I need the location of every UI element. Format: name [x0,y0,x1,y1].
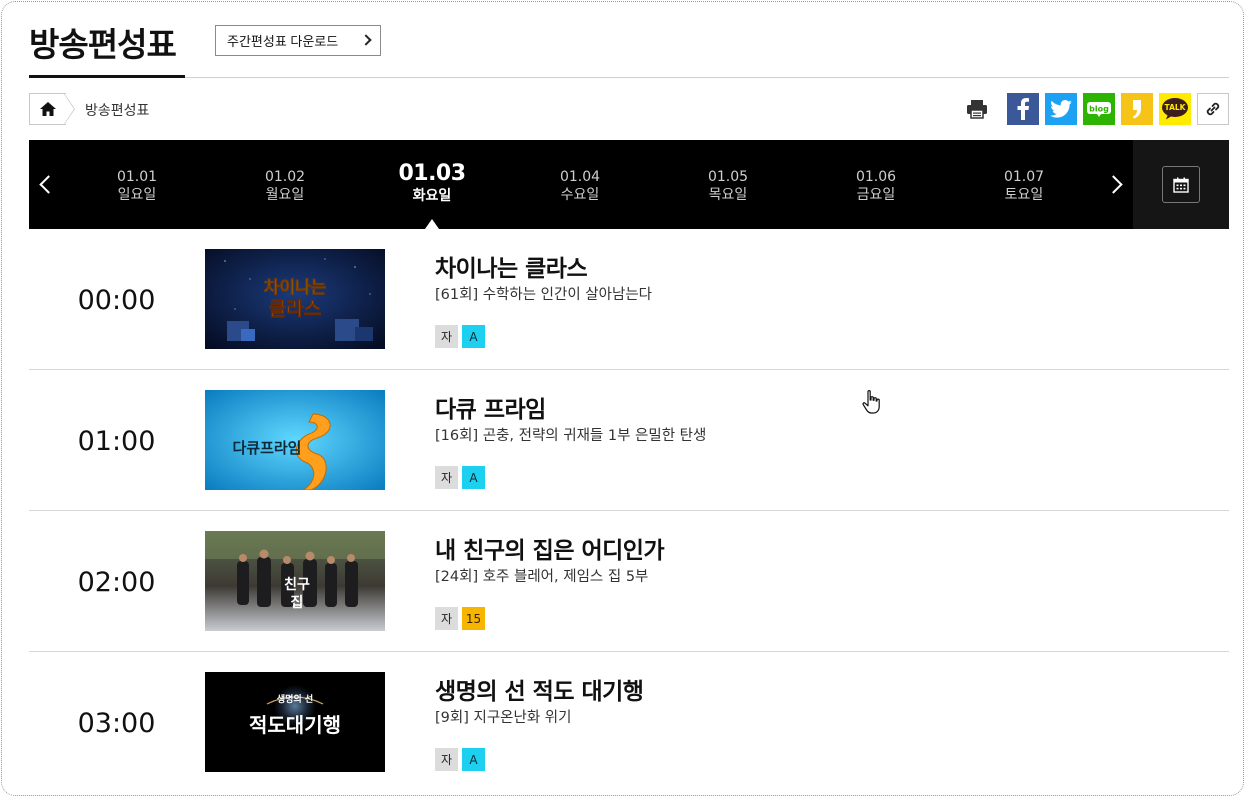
thumb-title: 친구 [284,577,310,593]
program-thumbnail[interactable]: 생명의 선 적도대기행 [205,672,385,772]
thumb-title: 생명의 선 [277,693,313,705]
thumb-title: 클라스 [269,298,321,320]
date-tab-date: 01.07 [1003,169,1045,185]
page-title: 방송편성표 [29,25,177,64]
breadcrumb-current: 방송편성표 [85,103,150,119]
date-tab-date: 01.01 [116,169,158,185]
calendar-icon [1173,177,1189,193]
title-underline [29,75,185,78]
program-badges: 자 A [435,466,485,489]
date-tab-date: 01.03 [398,161,466,186]
facebook-icon [1017,98,1029,120]
kakaotalk-icon: TALK [1162,98,1188,120]
rating-all-badge: A [462,466,485,489]
program-time: 01:00 [77,426,156,457]
hand-cursor-icon [862,390,880,414]
blog-icon: blog [1087,102,1111,117]
date-tab-weekday: 월요일 [265,187,305,203]
date-tab-weekday: 화요일 [412,188,452,204]
program-time: 00:00 [77,285,156,316]
date-tab-0105[interactable]: 01.05 목요일 [668,168,788,204]
date-tab-0107[interactable]: 01.07 토요일 [964,168,1084,204]
program-time: 03:00 [77,708,156,739]
thumb-title: 다큐프라임 [232,439,301,457]
date-tab-0101[interactable]: 01.01 일요일 [77,168,197,204]
program-row: 03:00 생명의 선 적도대기행 생명의 선 적도 대기행 [9회] 지구온난… [29,652,1229,793]
blog-icon-label: blog [1089,105,1109,114]
date-tab-date: 01.06 [855,169,897,185]
date-tab-0102[interactable]: 01.02 월요일 [225,168,345,204]
date-tab-0103-active[interactable]: 01.03 화요일 [372,161,492,205]
program-badges: 자 A [435,325,485,348]
date-tab-weekday: 목요일 [708,187,748,203]
date-tab-date: 01.05 [707,169,749,185]
next-week-button[interactable] [1101,140,1133,229]
weekly-download-label: 주간편성표 다운로드 [227,34,339,49]
subtitle-badge: 자 [435,466,458,489]
thumb-title: 적도대기행 [249,713,341,737]
program-row: 02:00 친구 집 내 친구의 집은 어디인가 [24회] 호주 블레어, 제… [29,511,1229,652]
calendar-box [1133,140,1229,229]
copy-link-button[interactable] [1197,93,1229,125]
program-episode: [61회] 수학하는 인간이 살아남는다 [435,287,653,303]
date-tab-0104[interactable]: 01.04 수요일 [520,168,640,204]
program-title[interactable]: 다큐 프라임 [435,390,546,424]
date-selector-bar: 01.01 일요일 01.02 월요일 01.03 화요일 01.04 수요일 … [29,140,1229,229]
program-episode: [16회] 곤충, 전략의 귀재들 1부 은밀한 탄생 [435,428,707,444]
prev-week-button[interactable] [29,140,61,229]
subtitle-badge: 자 [435,325,458,348]
facebook-share-button[interactable] [1007,93,1039,125]
twitter-icon [1050,100,1072,118]
kakaostory-share-button[interactable] [1121,93,1153,125]
date-tab-date: 01.02 [264,169,306,185]
kakaotalk-share-button[interactable]: TALK [1159,93,1191,125]
calendar-button[interactable] [1162,166,1200,203]
program-time: 02:00 [77,567,156,598]
rating-15-badge: 15 [462,607,485,630]
thumb-title: 차이나는 [264,278,327,298]
rating-all-badge: A [462,325,485,348]
date-tab-weekday: 토요일 [1004,187,1044,203]
date-tab-weekday: 수요일 [560,187,600,203]
weekly-schedule-download-button[interactable]: 주간편성표 다운로드 [215,25,381,56]
header-divider [185,77,1229,78]
kakaotalk-icon-label: TALK [1165,103,1187,112]
print-icon[interactable] [965,97,989,121]
twitter-share-button[interactable] [1045,93,1077,125]
blog-share-button[interactable]: blog [1083,93,1115,125]
program-thumbnail[interactable]: 친구 집 [205,531,385,631]
date-tab-weekday: 금요일 [856,187,896,203]
date-tab-0106[interactable]: 01.06 금요일 [816,168,936,204]
kakaostory-icon [1133,100,1141,119]
date-tab-weekday: 일요일 [117,187,157,203]
program-title[interactable]: 차이나는 클라스 [435,249,588,283]
rating-all-badge: A [462,748,485,771]
subtitle-badge: 자 [435,748,458,771]
thumb-title: 집 [291,594,304,611]
home-button[interactable] [29,93,66,125]
program-episode: [9회] 지구온난화 위기 [435,710,572,726]
breadcrumb-arrow-fill [64,94,74,124]
program-badges: 자 15 [435,607,485,630]
program-thumbnail[interactable]: 다큐프라임 [205,390,385,490]
program-row: 01:00 다큐프라임 다큐 프라임 [16회] 곤충, 전략의 귀재들 1부 … [29,370,1229,511]
program-row: 00:00 차이나는 클라스 차이나는 클라스 [61회] 수학하는 인간이 살… [29,229,1229,370]
subtitle-badge: 자 [435,607,458,630]
program-title[interactable]: 내 친구의 집은 어디인가 [435,531,665,565]
active-date-marker [425,219,439,229]
program-thumbnail[interactable]: 차이나는 클라스 [205,249,385,349]
program-title[interactable]: 생명의 선 적도 대기행 [435,672,644,706]
home-icon [40,102,56,116]
date-tab-date: 01.04 [559,169,601,185]
chevron-right-icon [360,34,372,46]
program-episode: [24회] 호주 블레어, 제임스 집 5부 [435,569,649,585]
program-badges: 자 A [435,748,485,771]
link-icon [1206,102,1220,116]
